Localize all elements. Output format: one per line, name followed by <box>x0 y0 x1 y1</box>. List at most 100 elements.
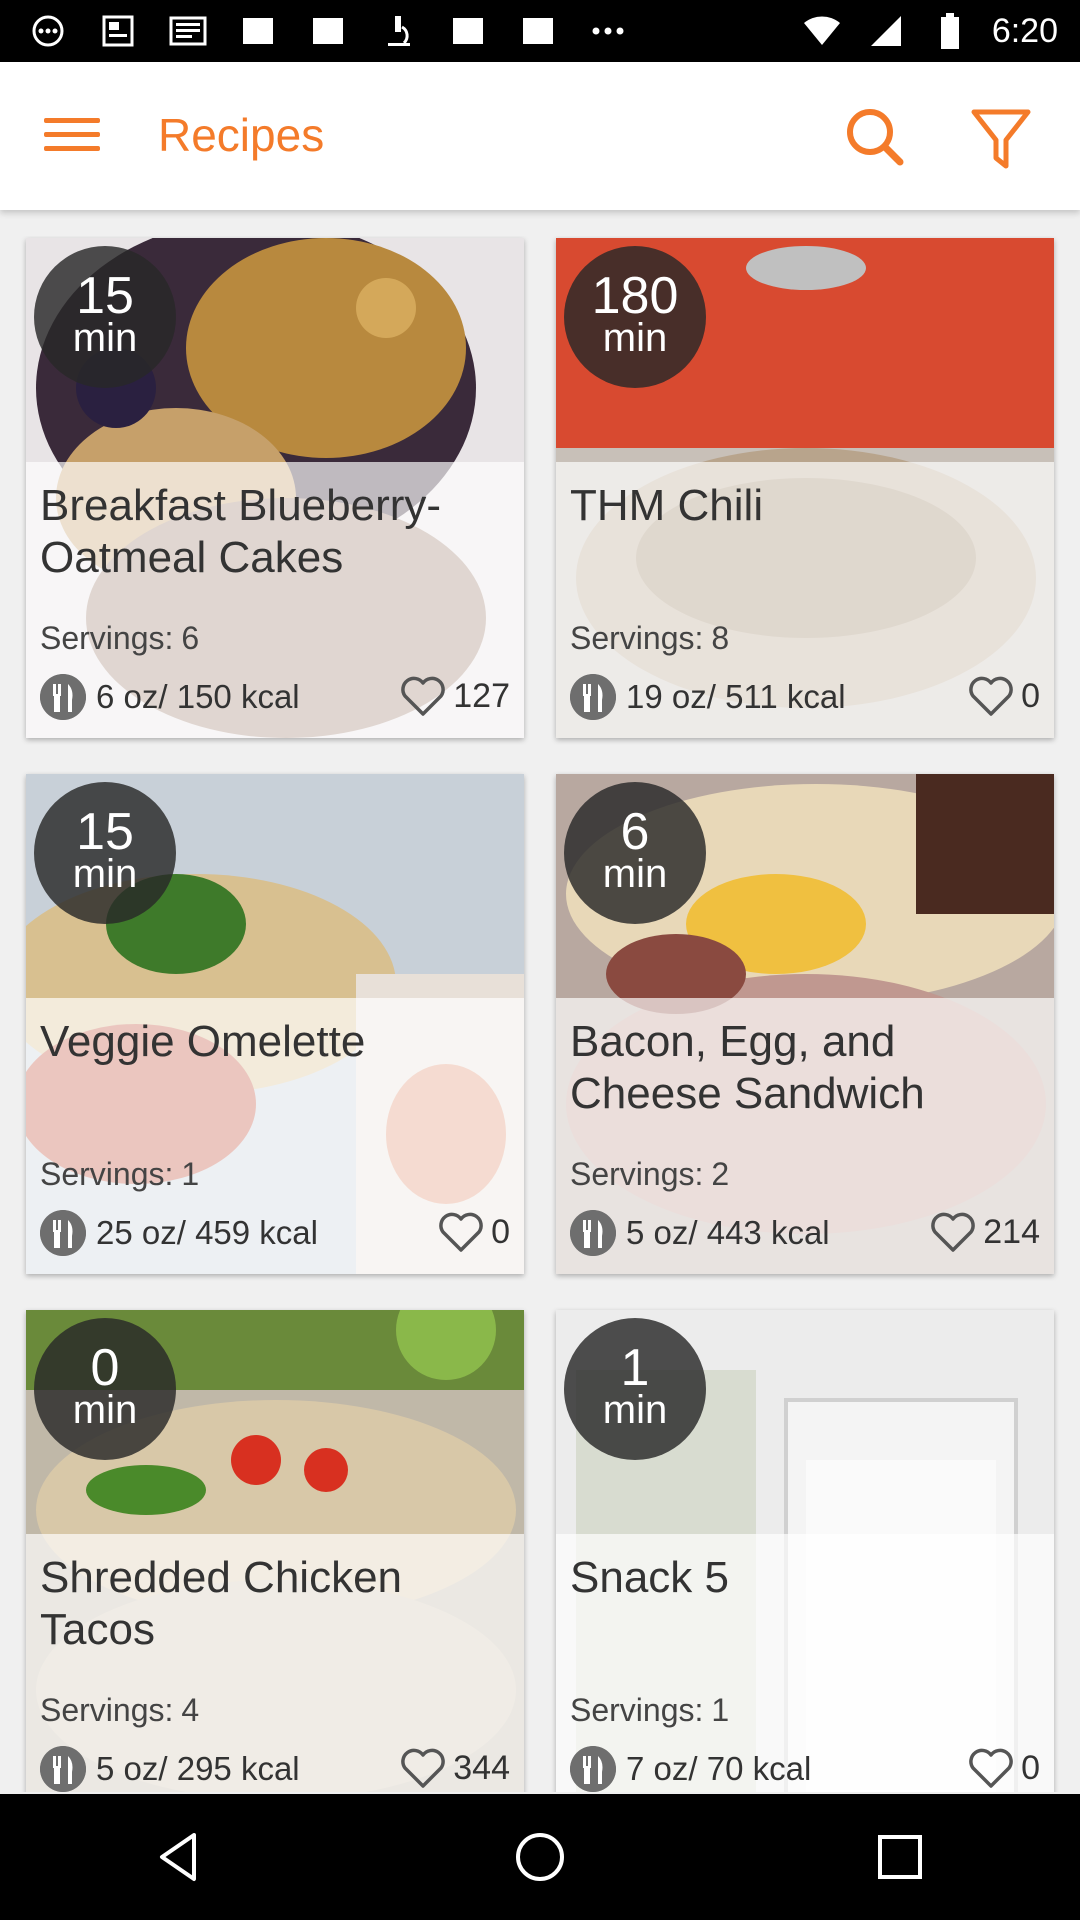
image-icon <box>446 13 490 49</box>
servings: Servings: 4 <box>40 1692 200 1728</box>
recipe-title: Shredded Chicken Tacos <box>40 1553 403 1654</box>
menu-icon <box>44 118 100 123</box>
image-icon <box>236 13 280 49</box>
cook-time-unit: min <box>72 316 138 360</box>
like-button[interactable]: 127 <box>399 674 510 718</box>
recipe-card[interactable]: 6 min Bacon, Egg, and Cheese Sandwich Se… <box>556 774 1054 1274</box>
recipe-stats: 7 oz/ 70 kcal 0 <box>570 1746 1040 1792</box>
portion-kcal: 6 oz/ 150 kcal <box>96 678 300 715</box>
search-icon <box>847 109 904 166</box>
like-count: 0 <box>1021 1748 1040 1787</box>
cook-time-value: 6 <box>620 803 650 861</box>
filter-icon <box>971 109 1031 169</box>
like-count: 344 <box>453 1748 510 1787</box>
cook-time-badge: 1 min <box>564 1318 706 1460</box>
heart-icon <box>931 1212 976 1252</box>
heart-icon <box>401 676 446 716</box>
image-icon <box>516 13 560 49</box>
like-button[interactable]: 0 <box>437 1210 510 1254</box>
cutlery-icon <box>570 1210 616 1256</box>
recipe-card[interactable]: 15 min Breakfast Blueberry-Oatmeal Cakes… <box>26 238 524 738</box>
cook-time-unit: min <box>602 852 668 896</box>
home-button[interactable] <box>500 1817 580 1897</box>
battery-icon <box>928 13 972 49</box>
like-count: 127 <box>453 676 510 715</box>
like-count: 0 <box>491 1212 510 1251</box>
servings: Servings: 1 <box>570 1692 730 1728</box>
recipe-stats: 25 oz/ 459 kcal 0 <box>40 1210 510 1258</box>
recipe-grid: 15 min Breakfast Blueberry-Oatmeal Cakes… <box>0 236 1080 1792</box>
like-button[interactable]: 214 <box>929 1210 1040 1254</box>
portion-kcal: 19 oz/ 511 kcal <box>626 678 846 715</box>
app-bar: Recipes <box>0 62 1080 210</box>
like-button[interactable]: 0 <box>967 674 1040 718</box>
wifi-icon <box>800 13 844 49</box>
recipe-card[interactable]: 15 min Veggie Omelette Servings: 1 25 oz/… <box>26 774 524 1274</box>
servings: Servings: 1 <box>40 1156 200 1192</box>
recipe-title: Bacon, Egg, and Cheese Sandwich <box>570 1017 925 1118</box>
cook-time-badge: 0 min <box>34 1318 176 1460</box>
recipe-stats: 5 oz/ 295 kcal 344 <box>40 1746 510 1792</box>
recipe-title: Veggie Omelette <box>40 1017 366 1066</box>
filter-button[interactable] <box>966 102 1036 172</box>
like-count: 214 <box>983 1212 1040 1251</box>
cook-time-unit: min <box>72 1388 138 1432</box>
notification-icons <box>0 13 630 49</box>
cook-time-unit: min <box>602 1388 668 1432</box>
recipe-card[interactable]: 0 min Shredded Chicken Tacos Servings: 4 … <box>26 1310 524 1792</box>
navigation-bar <box>0 1794 1080 1920</box>
cook-time-value: 1 <box>620 1339 650 1397</box>
status-bar: 6:20 <box>0 0 1080 62</box>
like-button[interactable]: 0 <box>967 1746 1040 1790</box>
recents-icon <box>878 1835 922 1879</box>
signal-icon <box>864 13 908 49</box>
recipe-stats: 6 oz/ 150 kcal 127 <box>40 674 510 722</box>
cook-time-unit: min <box>602 316 668 360</box>
recipe-card[interactable]: 1 min Snack 5 Servings: 1 7 oz/ 70 kcal 0 <box>556 1310 1054 1792</box>
portion-kcal: 7 oz/ 70 kcal <box>626 1750 812 1787</box>
cook-time-badge: 6 min <box>564 782 706 924</box>
cook-time-badge: 180 min <box>564 246 706 388</box>
recipe-title: THM Chili <box>570 481 764 530</box>
like-button[interactable]: 344 <box>399 1746 510 1790</box>
cook-time-badge: 15 min <box>34 782 176 924</box>
portion-kcal: 5 oz/ 295 kcal <box>96 1750 300 1787</box>
recipe-stats: 5 oz/ 443 kcal 214 <box>570 1210 1040 1258</box>
recents-button[interactable] <box>860 1817 940 1897</box>
recipe-card[interactable]: 180 min THM Chili Servings: 8 19 oz/ 511 … <box>556 238 1054 738</box>
servings: Servings: 6 <box>40 620 200 656</box>
servings: Servings: 2 <box>570 1156 730 1192</box>
like-count: 0 <box>1021 676 1040 715</box>
cutlery-icon <box>570 674 616 720</box>
portion-kcal: 5 oz/ 443 kcal <box>626 1214 830 1251</box>
recipe-stats: 19 oz/ 511 kcal 0 <box>570 674 1040 722</box>
system-icons: 6:20 <box>800 12 1080 51</box>
cook-time-unit: min <box>72 852 138 896</box>
servings: Servings: 8 <box>570 620 730 656</box>
cutlery-icon <box>40 1210 86 1256</box>
cutlery-icon <box>570 1746 616 1792</box>
heart-icon <box>401 1748 446 1788</box>
heart-icon <box>969 1748 1013 1788</box>
page-title: Recipes <box>158 109 325 161</box>
cook-time-value: 0 <box>90 1339 120 1397</box>
cook-time-value: 15 <box>76 267 134 325</box>
cutlery-icon <box>40 1746 86 1792</box>
news-icon <box>166 13 210 49</box>
whatsapp-icon <box>26 13 70 49</box>
image-icon <box>306 13 350 49</box>
status-time: 6:20 <box>991 11 1058 50</box>
back-button[interactable] <box>140 1817 220 1897</box>
feed-icon <box>96 13 140 49</box>
heart-icon <box>969 676 1013 716</box>
recipe-title: Breakfast Blueberry-Oatmeal Cakes <box>40 481 442 582</box>
search-button[interactable] <box>840 102 910 172</box>
cook-time-badge: 15 min <box>34 246 176 388</box>
back-icon <box>160 1833 196 1881</box>
menu-button[interactable] <box>44 112 100 160</box>
portion-kcal: 25 oz/ 459 kcal <box>96 1214 318 1251</box>
more-dots-icon <box>586 13 630 49</box>
microscope-icon <box>376 13 420 49</box>
heart-icon <box>439 1212 483 1252</box>
recipe-title: Snack 5 <box>570 1553 729 1602</box>
